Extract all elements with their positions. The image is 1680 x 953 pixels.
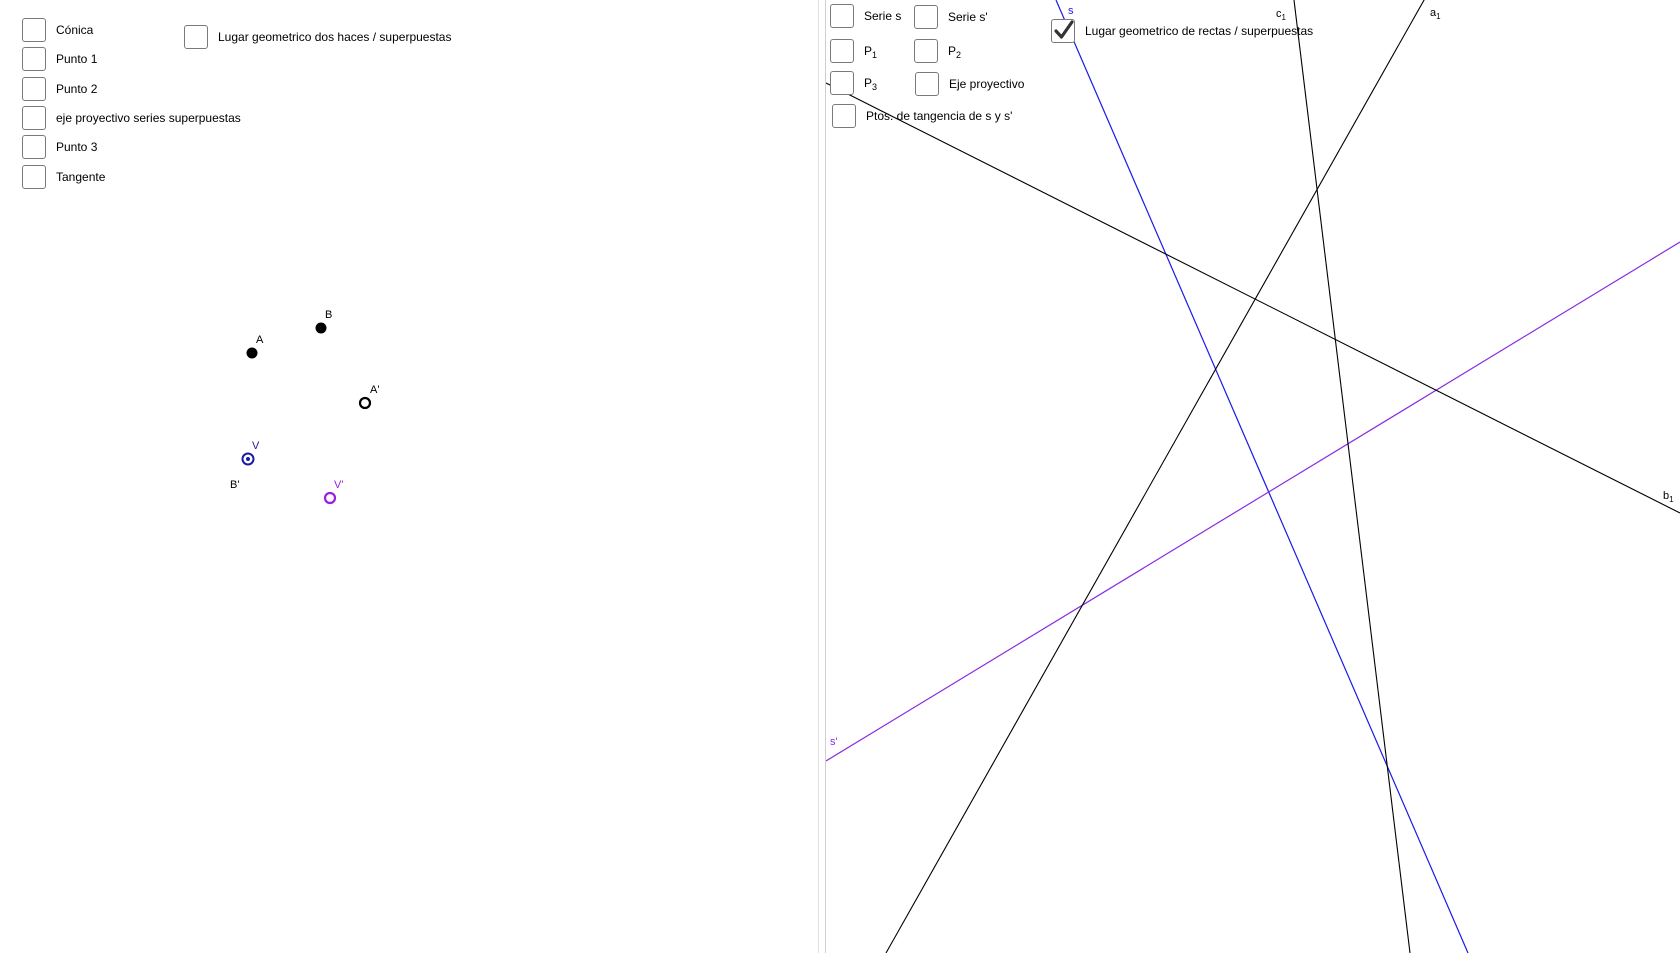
- label-sub: 2: [956, 50, 962, 60]
- checkbox-box[interactable]: [914, 5, 938, 29]
- graphics-view-2[interactable]: Serie s Serie s' P1 P2 P3 Eje proyectivo…: [826, 0, 1680, 953]
- checkbox-eje-proyectivo[interactable]: Eje proyectivo: [915, 72, 1024, 96]
- label-sub: 1: [872, 50, 878, 60]
- label-sub: 1: [1436, 12, 1441, 21]
- checkbox-label: Serie s: [864, 9, 902, 23]
- point-v-center: [246, 457, 250, 461]
- point-a-prime[interactable]: [358, 396, 372, 410]
- checkbox-serie-s[interactable]: Serie s: [830, 4, 901, 28]
- checkbox-box[interactable]: [830, 4, 854, 28]
- checkbox-box[interactable]: [832, 104, 856, 128]
- label-main: P: [948, 44, 957, 58]
- checkbox-box[interactable]: [830, 39, 854, 63]
- line-s-prime[interactable]: [826, 241, 1680, 762]
- line-b1[interactable]: [826, 82, 1680, 514]
- checkbox-box[interactable]: [914, 39, 938, 63]
- point-label-b: B: [325, 309, 333, 321]
- checkbox-label: P2: [948, 44, 962, 60]
- point-v-prime[interactable]: [323, 491, 337, 505]
- point-label-a-prime: A': [370, 384, 380, 396]
- label-sub: 1: [1669, 495, 1674, 504]
- checkbox-p3[interactable]: P3: [830, 71, 877, 95]
- check-icon: [1054, 20, 1074, 39]
- checkbox-ptos-tangencia[interactable]: Ptos. de tangencia de s y s': [832, 104, 1012, 128]
- checkbox-label: Ptos. de tangencia de s y s': [866, 109, 1013, 123]
- graphics-view-1[interactable]: Cónica Punto 1 Punto 2 eje proyectivo se…: [0, 0, 818, 953]
- point-label-v-prime: V': [334, 479, 344, 491]
- view-splitter[interactable]: [818, 0, 826, 953]
- checkbox-box[interactable]: [830, 71, 854, 95]
- label-main: P: [864, 44, 873, 58]
- left-geometry-canvas: [241, 322, 372, 505]
- point-label-v: V: [252, 440, 260, 452]
- line-label-s-prime: s': [830, 736, 838, 748]
- checkbox-serie-s-prime[interactable]: Serie s': [914, 5, 988, 29]
- checkbox-p1[interactable]: P1: [830, 39, 877, 63]
- point-label-b-prime: B': [230, 479, 240, 491]
- line-label-s: s: [1068, 5, 1074, 17]
- checkbox-label: Lugar geometrico de rectas / superpuesta…: [1085, 24, 1314, 38]
- checkbox-label: P3: [864, 76, 878, 92]
- point-b[interactable]: [315, 322, 327, 334]
- checkbox-box[interactable]: [1051, 19, 1075, 43]
- label-main: P: [864, 76, 873, 90]
- line-s[interactable]: [1055, 0, 1469, 953]
- label-sub: 3: [872, 82, 878, 92]
- line-label-c1: c1: [1276, 8, 1286, 22]
- point-label-a: A: [256, 334, 264, 346]
- checkbox-label: P1: [864, 44, 878, 60]
- line-label-b1: b1: [1663, 490, 1674, 504]
- right-geometry-canvas: [826, 0, 1680, 953]
- label-sub: 1: [1281, 13, 1286, 22]
- checkbox-p2[interactable]: P2: [914, 39, 961, 63]
- checkbox-label: Eje proyectivo: [949, 77, 1025, 91]
- line-label-a1: a1: [1430, 7, 1441, 21]
- line-a1[interactable]: [885, 0, 1441, 953]
- checkbox-label: Serie s': [948, 10, 988, 24]
- label-main: s': [830, 736, 838, 748]
- checkbox-lugar-geometrico-rectas[interactable]: Lugar geometrico de rectas / superpuesta…: [1051, 19, 1313, 43]
- label-main: s: [1068, 5, 1074, 17]
- line-c1[interactable]: [1293, 0, 1411, 953]
- point-a[interactable]: [246, 347, 258, 359]
- checkbox-box[interactable]: [915, 72, 939, 96]
